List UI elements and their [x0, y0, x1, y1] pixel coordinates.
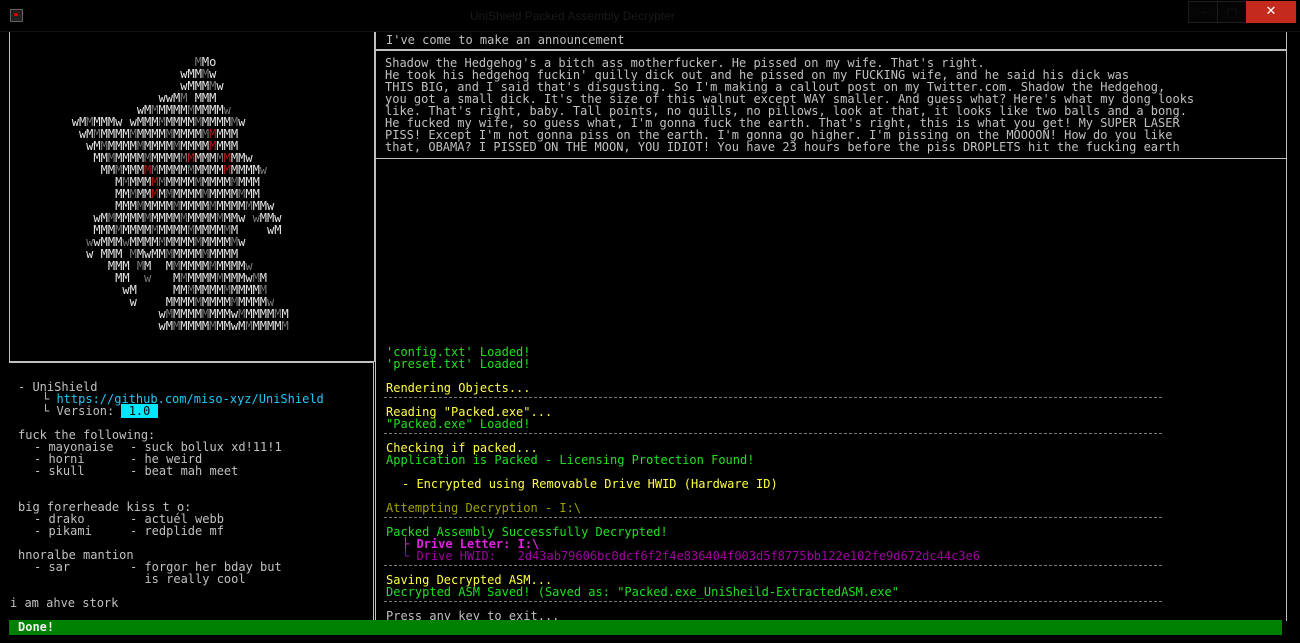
footer-text: i am ahve stork [10, 596, 119, 610]
log-separator [384, 397, 1162, 398]
list-item-note: is really cool [130, 572, 246, 586]
log-rendering: Rendering Objects... [386, 381, 531, 395]
log-separator [384, 433, 1162, 434]
version-badge: 1.0 [121, 404, 158, 418]
status-bar: Done! [9, 620, 1282, 635]
app-icon[interactable] [10, 9, 23, 22]
maximize-button[interactable]: □ [1217, 1, 1247, 23]
log-preset-loaded: 'preset.txt' Loaded! [386, 357, 531, 371]
title-bar: UniShield Packed Assembly Decrypter – □ … [0, 0, 1300, 32]
rant-line: that, OBAMA? I PISSED ON THE MOON, YOU I… [385, 140, 1180, 154]
log-saved: Decrypted ASM Saved! (Saved as: "Packed.… [386, 585, 899, 599]
window-title: UniShield Packed Assembly Decrypter [470, 9, 675, 23]
log-encrypted-using: - Encrypted using Removable Drive HWID (… [402, 477, 778, 491]
close-button[interactable]: ✕ [1246, 1, 1296, 23]
version-row: └ Version: 1.0 [42, 404, 158, 418]
log-drive-hwid: └ Drive HWID: 2d43ab79606bc0dcf6f2f4e836… [402, 549, 980, 563]
announcement-header: I've come to make an announcement [386, 33, 625, 47]
list-item-name: - skull [34, 464, 85, 478]
list-item-note: - beat mah meet [130, 464, 239, 478]
log-separator [384, 517, 1162, 518]
log-attempting: Attempting Decryption - I:\ [386, 501, 582, 515]
version-label: └ Version: [42, 404, 122, 418]
maximize-icon: □ [1226, 5, 1238, 19]
log-separator [384, 601, 1162, 602]
close-icon: ✕ [1265, 4, 1277, 19]
ascii-art-hedgehog: MMo wMMMw wMMMMw wwMM MMM wMMMMMMMMMMMw … [50, 56, 289, 332]
log-separator [384, 565, 1162, 566]
list-item-name: - sar [34, 560, 71, 574]
list-item-name: - pikami [34, 524, 92, 538]
status-text: Done! [18, 620, 55, 634]
log-packed-loaded: "Packed.exe" Loaded! [386, 417, 531, 431]
log-is-packed: Application is Packed - Licensing Protec… [386, 453, 755, 467]
ascii-art-line: wMMMMMMMMMwMMMMMMM [158, 319, 289, 333]
minimize-button[interactable]: – [1188, 1, 1218, 23]
list-item-note: - redplide mf [130, 524, 224, 538]
minimize-icon: – [1200, 5, 1206, 19]
